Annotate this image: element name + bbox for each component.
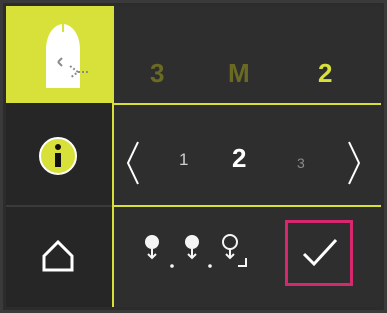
chevron-right-icon[interactable] <box>345 138 365 188</box>
page-prev[interactable]: 1 <box>179 150 188 170</box>
check-icon <box>302 238 338 267</box>
chevron-left-icon[interactable] <box>122 138 142 188</box>
horizontal-divider-top <box>112 103 381 105</box>
user-mode-icon[interactable] <box>28 18 98 92</box>
page-next[interactable]: 3 <box>297 153 305 173</box>
header-left-value: 3 <box>150 58 165 88</box>
horizontal-divider-bottom <box>112 205 381 207</box>
header-right-value: 2 <box>318 58 333 88</box>
header-mid-value: M <box>228 58 250 88</box>
sequence-steps-icon[interactable] <box>138 230 250 276</box>
vertical-divider <box>112 6 114 307</box>
info-icon[interactable] <box>38 136 78 176</box>
sidebar-divider <box>6 205 112 207</box>
home-icon[interactable] <box>40 238 76 274</box>
page-current: 2 <box>232 143 247 173</box>
